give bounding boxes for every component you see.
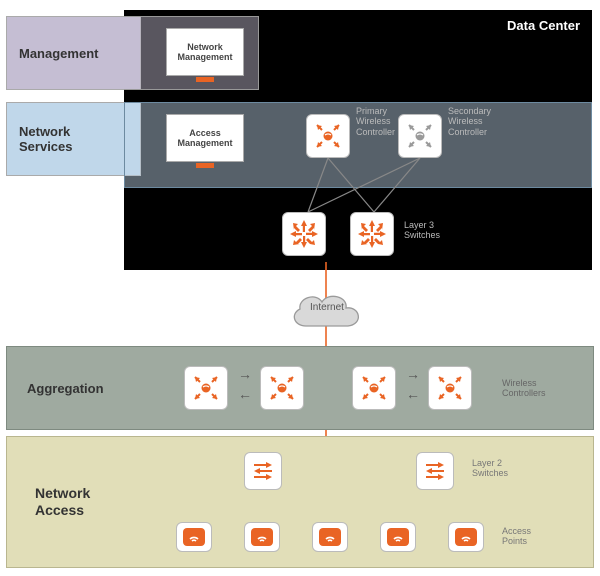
primary-wireless-controller-icon [306, 114, 350, 158]
layer3-switch-2-icon [350, 212, 394, 256]
access-point-1-icon [176, 522, 212, 552]
access-point-5-icon [448, 522, 484, 552]
label-access-points: Access Points [502, 526, 531, 547]
band-network-access: Network Access [6, 436, 594, 568]
monitor-access-management: Access Management [166, 114, 244, 162]
label-layer3-switches: Layer 3 Switches [404, 220, 440, 241]
access-point-3-icon [312, 522, 348, 552]
access-point-4-icon [380, 522, 416, 552]
band-services-label: Network Services [19, 124, 73, 154]
agg-wlc-1-icon [184, 366, 228, 410]
data-center-label: Data Center [507, 18, 580, 33]
layer2-switch-2-icon [416, 452, 454, 490]
agg-wlc-4-icon [428, 366, 472, 410]
layer2-switch-1-icon [244, 452, 282, 490]
label-layer2-switches: Layer 2 Switches [472, 458, 508, 479]
layer3-switch-1-icon [282, 212, 326, 256]
label-primary-wireless-controller: Primary Wireless Controller [356, 106, 395, 137]
arrow-right-icon: → [238, 366, 252, 382]
arrow-left-icon: ← [406, 386, 420, 402]
monitor-network-management: Network Management [166, 28, 244, 76]
access-point-2-icon [244, 522, 280, 552]
diagram-stage: Data Center Management Network Services … [6, 6, 594, 570]
agg-wlc-3-icon [352, 366, 396, 410]
label-wireless-controllers: Wireless Controllers [502, 378, 546, 399]
arrow-right-icon: → [406, 366, 420, 382]
band-network-access-label: Network Access [35, 485, 90, 519]
agg-wlc-2-icon [260, 366, 304, 410]
band-management-label: Management [19, 46, 98, 61]
band-services: Network Services [6, 102, 141, 176]
label-secondary-wireless-controller: Secondary Wireless Controller [448, 106, 491, 137]
internet-cloud-icon: Internet [286, 286, 368, 336]
secondary-wireless-controller-icon [398, 114, 442, 158]
internet-label: Internet [286, 302, 368, 313]
band-aggregation-label: Aggregation [27, 381, 104, 396]
band-management: Management [6, 16, 141, 90]
arrow-left-icon: ← [238, 386, 252, 402]
